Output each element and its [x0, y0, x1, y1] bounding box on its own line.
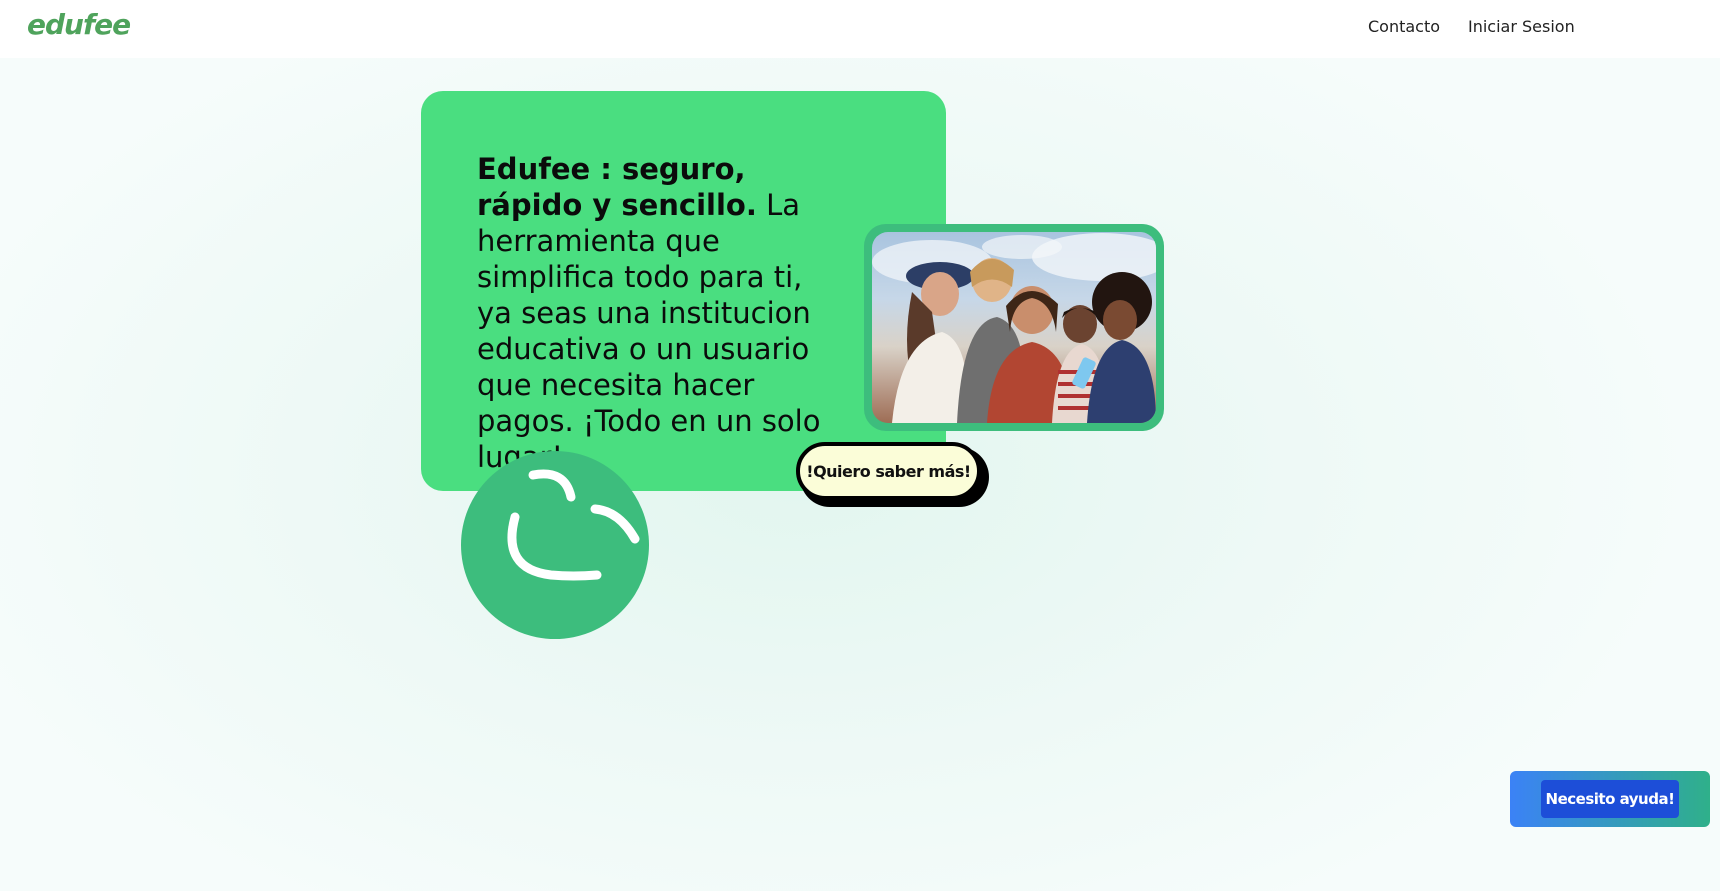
edufee-logo[interactable]: edufee: [27, 8, 131, 41]
hero-photo-frame: [864, 224, 1164, 431]
smiley-icon: [461, 451, 649, 639]
top-navbar: edufee Contacto Iniciar Sesion: [0, 0, 1720, 58]
hero-headline-bold: Edufee : seguro, rápido y sencillo.: [477, 152, 757, 222]
nav-link-contacto[interactable]: Contacto: [1368, 17, 1440, 36]
necesito-ayuda-button[interactable]: Necesito ayuda!: [1541, 780, 1679, 818]
quiero-saber-mas-button[interactable]: !Quiero saber más!: [796, 442, 981, 500]
nav-link-iniciar-sesion[interactable]: Iniciar Sesion: [1468, 17, 1575, 36]
group-of-friends-photo: [872, 232, 1156, 423]
help-widget: Necesito ayuda!: [1510, 771, 1710, 827]
hero-headline-rest: La herramienta que simplifica todo para …: [477, 188, 821, 474]
hero-description: Edufee : seguro, rápido y sencillo. La h…: [477, 151, 837, 475]
